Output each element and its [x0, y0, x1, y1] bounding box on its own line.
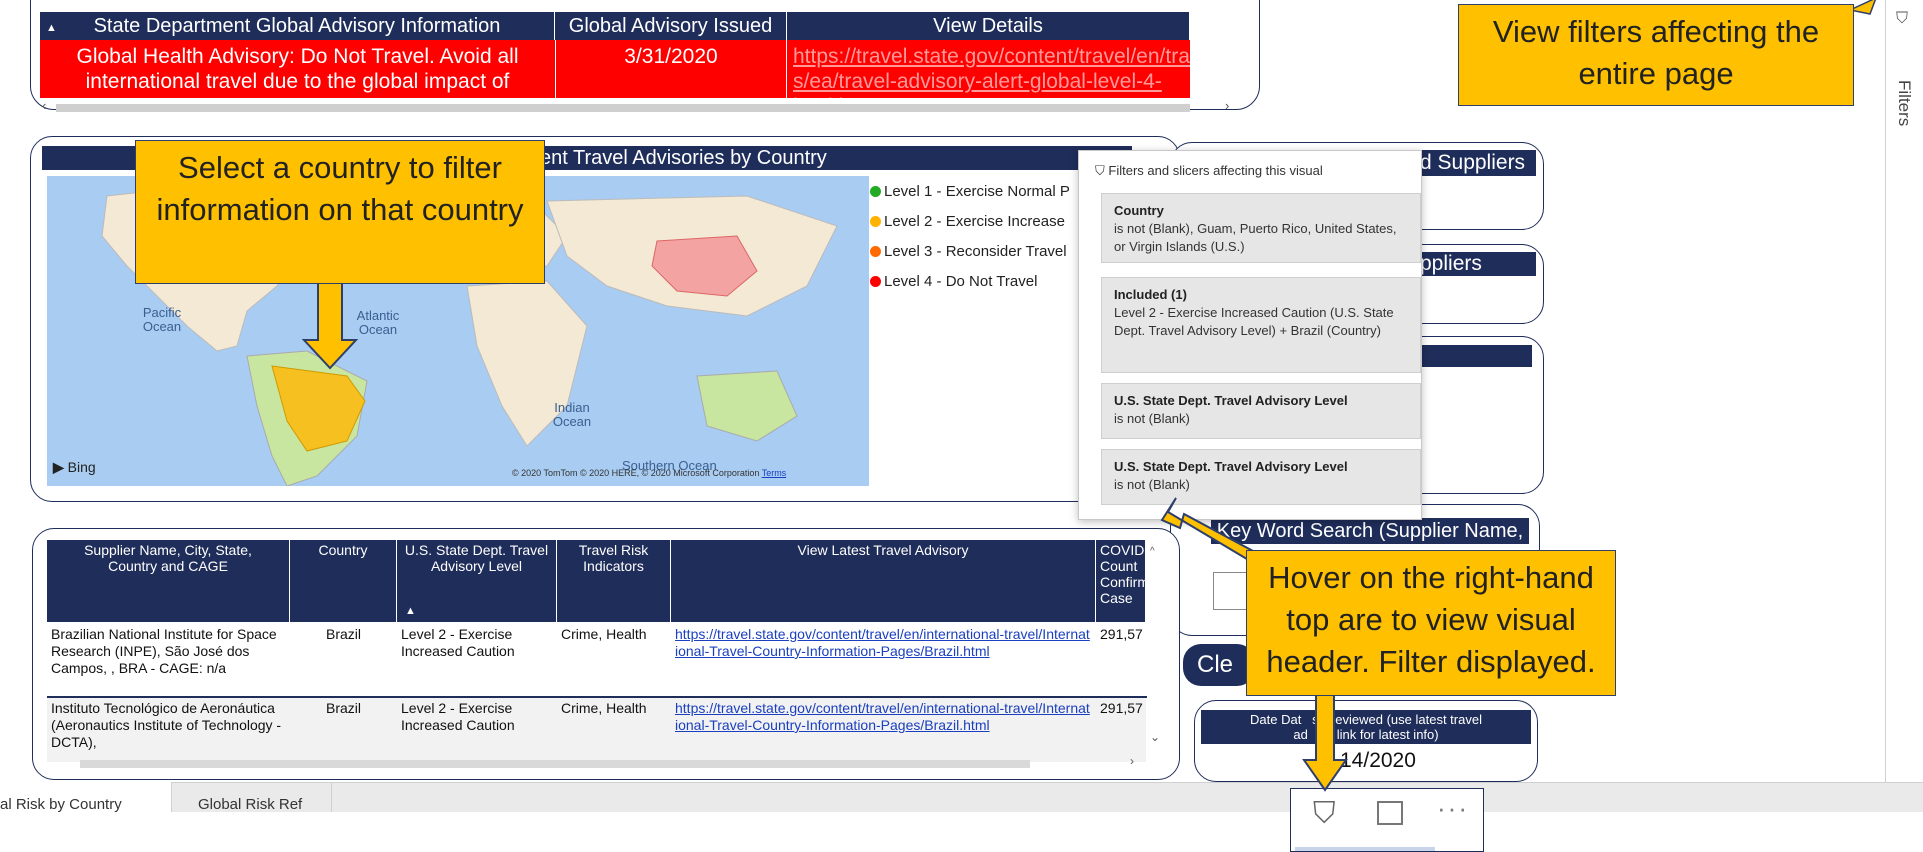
- table-row-1-supplier: Brazilian National Institute for Space R…: [51, 626, 277, 676]
- callout-filters: View filters affecting the entire page: [1458, 4, 1854, 106]
- visual-filter-icon[interactable]: ⛉: [1313, 797, 1336, 831]
- terms-link[interactable]: Terms: [762, 468, 787, 478]
- suppliers-header-1: d Suppliers: [1420, 150, 1536, 176]
- row-separator: [47, 696, 1147, 698]
- suppliers-header-2: ppliers: [1420, 252, 1536, 276]
- visual-header-underline: [1295, 847, 1435, 851]
- table-row-2-supplier: Instituto Tecnológico de Aeronáutica (Ae…: [47, 698, 290, 762]
- filter-card-included[interactable]: Included (1) Level 2 - Exercise Increase…: [1101, 277, 1421, 373]
- scroll-right-icon[interactable]: ›: [1225, 98, 1229, 113]
- advisory-link-line1[interactable]: https://travel.state.gov/content/travel/…: [793, 44, 1190, 69]
- col-header-covid[interactable]: COVID Count Confirm Case: [1096, 540, 1146, 622]
- table-row-2-country: Brazil: [290, 698, 397, 762]
- scroll-down-icon[interactable]: ⌄: [1150, 730, 1160, 744]
- legend-level-2[interactable]: Level 2 - Exercise Increase: [870, 213, 1065, 230]
- advisory-header-details[interactable]: View Details: [787, 12, 1190, 40]
- advisory-link-line2[interactable]: s/ea/travel-advisory-alert-global-level-…: [793, 69, 1190, 98]
- scroll-up-icon[interactable]: ^: [1150, 546, 1155, 557]
- legend-dot-red-icon: [870, 276, 881, 287]
- tab-risk-by-country[interactable]: al Risk by Country: [0, 782, 172, 812]
- ocean-label-indian: Indian Ocean: [552, 400, 592, 429]
- keyword-search-header: Key Word Search (Supplier Name,: [1211, 518, 1529, 544]
- ocean-label-pacific: Pacific Ocean: [142, 305, 182, 334]
- table-row-2-risk: Crime, Health: [557, 698, 671, 762]
- legend-dot-yellow-icon: [870, 216, 881, 227]
- right-panel-3-header: [1404, 345, 1532, 367]
- advisory-header-info[interactable]: ▲ State Department Global Advisory Infor…: [40, 12, 555, 40]
- filter-pane-icon: ⛉: [1896, 10, 1909, 27]
- date-reviewed-header: Date Dat st Reviewed (use latest travel …: [1201, 710, 1531, 744]
- filter-popup-title: ⛉ Filters and slicers affecting this vis…: [1095, 163, 1323, 178]
- col-header-level[interactable]: U.S. State Dept. Travel Advisory Level ▲: [397, 540, 557, 622]
- sort-up-icon: ▲: [405, 605, 416, 617]
- legend-dot-orange-icon: [870, 246, 881, 257]
- filter-card-advisory-level-1[interactable]: U.S. State Dept. Travel Advisory Level i…: [1101, 383, 1421, 439]
- col-header-link[interactable]: View Latest Travel Advisory: [671, 540, 1096, 622]
- ocean-label-atlantic: Atlantic Ocean: [356, 308, 400, 337]
- focus-mode-icon[interactable]: [1377, 801, 1403, 825]
- sort-up-icon: ▲: [46, 22, 57, 34]
- advisory-h-scrollbar[interactable]: [56, 104, 1190, 112]
- legend-dot-green-icon: [870, 186, 881, 197]
- filters-pane[interactable]: ⛉ Filters: [1885, 0, 1923, 782]
- table-row-2-link[interactable]: https://travel.state.gov/content/travel/…: [671, 698, 1096, 762]
- scroll-left-icon[interactable]: ‹: [42, 98, 46, 113]
- col-header-supplier[interactable]: Supplier Name, City, State, Country and …: [47, 540, 290, 622]
- legend-level-3[interactable]: Level 3 - Reconsider Travel: [870, 243, 1067, 260]
- filter-card-advisory-level-2[interactable]: U.S. State Dept. Travel Advisory Level i…: [1101, 449, 1421, 505]
- table-row-2-covid: 291,57: [1096, 698, 1146, 762]
- callout-hover: Hover on the right-hand top are to view …: [1246, 550, 1616, 696]
- advisory-header-date[interactable]: Global Advisory Issued Date: [555, 12, 787, 65]
- advisory-link-cell[interactable]: https://travel.state.gov/content/travel/…: [787, 40, 1190, 98]
- bing-icon: ▶: [53, 459, 64, 475]
- more-options-icon[interactable]: ···: [1437, 793, 1469, 824]
- filter-card-country[interactable]: Country is not (Blank), Guam, Puerto Ric…: [1101, 193, 1421, 263]
- visual-header-zoom: ⛉ ···: [1290, 788, 1484, 852]
- table-row-1-level: Level 2 - Exercise Increased Caution: [401, 626, 515, 659]
- callout-country: Select a country to filter information o…: [135, 140, 545, 284]
- tab-global-risk-ref[interactable]: Global Risk Ref: [172, 782, 332, 812]
- table-row-1-risk: Crime, Health: [561, 626, 647, 642]
- advisory-info-cell: Global Health Advisory: Do Not Travel. A…: [40, 40, 555, 98]
- filter-icon: ⛉: [1095, 163, 1105, 178]
- advisory-table: ▲ State Department Global Advisory Infor…: [40, 12, 1190, 102]
- legend-level-1[interactable]: Level 1 - Exercise Normal P: [870, 183, 1070, 200]
- table-row-1-covid: 291,57: [1100, 626, 1143, 642]
- supplier-table: Supplier Name, City, State, Country and …: [47, 540, 1155, 765]
- table-row-2-level: Level 2 - Exercise Increased Caution: [397, 698, 557, 762]
- supplier-h-scrollbar[interactable]: [80, 760, 1030, 768]
- legend-level-4[interactable]: Level 4 - Do Not Travel: [870, 273, 1037, 290]
- clear-button[interactable]: Cle: [1183, 644, 1255, 686]
- filters-pane-label: Filters: [1895, 80, 1914, 127]
- bing-logo: ▶ Bing: [53, 459, 96, 475]
- scroll-right-icon[interactable]: ›: [1130, 754, 1134, 768]
- map-title: ent Travel Advisories by Country: [540, 147, 827, 169]
- date-reviewed-value: 14/2020: [1340, 749, 1416, 772]
- advisory-date-cell: 3/31/2020: [555, 40, 787, 98]
- table-row-1-country: Brazil: [325, 626, 361, 642]
- map-copyright: © 2020 TomTom © 2020 HERE, © 2020 Micros…: [512, 468, 787, 478]
- filter-popup: ⛉ Filters and slicers affecting this vis…: [1078, 150, 1422, 520]
- col-header-risk[interactable]: Travel Risk Indicators: [557, 540, 671, 622]
- col-header-country[interactable]: Country: [290, 540, 397, 622]
- table-row-1-link[interactable]: https://travel.state.gov/content/travel/…: [671, 624, 1096, 696]
